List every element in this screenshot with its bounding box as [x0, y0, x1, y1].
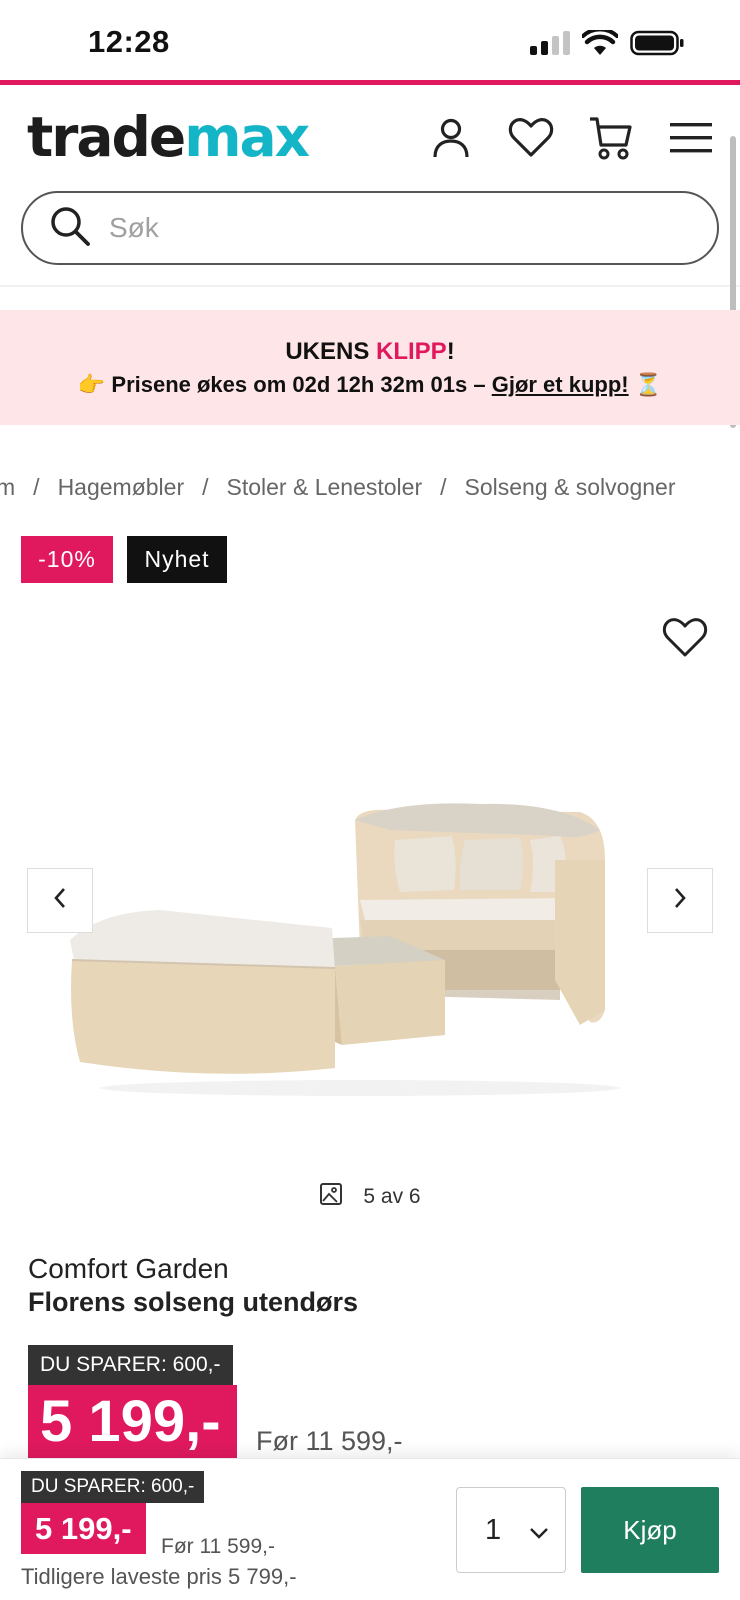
header-actions [428, 115, 714, 161]
wifi-icon [582, 30, 618, 56]
breadcrumb: m / Hagemøbler / Stoler & Lenestoler / Solseng… [0, 474, 675, 501]
battery-icon [630, 30, 684, 56]
logo-part-trade: trade [27, 105, 186, 169]
promo-countdown: 👉 Prisene økes om 02d 12h 32m 01s – Gjør… [0, 372, 740, 398]
sticky-price: 5 199,- [21, 1503, 146, 1554]
product-price: 5 199,- [28, 1385, 237, 1458]
lowest-price-note: Tidligere laveste pris 5 799,- [21, 1564, 297, 1589]
chevron-right-icon [672, 886, 688, 915]
savings-label: DU SPARER: 600,- [28, 1345, 233, 1385]
search-input[interactable] [109, 212, 669, 244]
previous-price: Før 11 599,- [256, 1426, 403, 1456]
breadcrumb-item-stoler[interactable]: Stoler & Lenestoler [227, 474, 423, 500]
sticky-buy-bar: DU SPARER: 600,- 5 199,- Før 11 599,- Ti… [0, 1458, 740, 1600]
breadcrumb-item-solseng[interactable]: Solseng & solvogner [465, 474, 676, 500]
chevron-left-icon [52, 886, 68, 915]
favorite-heart-icon[interactable] [662, 617, 708, 659]
search-bar[interactable] [21, 191, 719, 265]
logo-part-max: max [184, 105, 310, 169]
promo-title: UKENS KLIPP! [285, 338, 455, 365]
gallery-next-button[interactable] [647, 868, 713, 933]
quantity-value: 1 [485, 1513, 502, 1546]
product-image[interactable] [60, 800, 620, 1100]
new-badge: Nyhet [127, 536, 227, 583]
status-icons [530, 30, 684, 56]
image-icon [319, 1182, 343, 1212]
pointing-hand-icon: 👉 [77, 372, 106, 397]
sticky-savings-label: DU SPARER: 600,- [21, 1471, 205, 1503]
breadcrumb-item-hagemobler[interactable]: Hagemøbler [58, 474, 185, 500]
header-divider [0, 285, 740, 287]
status-bar: 12:28 [0, 0, 740, 82]
product-brand[interactable]: Comfort Garden [28, 1253, 229, 1285]
user-icon[interactable] [428, 115, 474, 161]
quantity-select[interactable]: 1 [456, 1487, 566, 1573]
sticky-previous-price: Før 11 599,- [161, 1535, 275, 1558]
promo-countdown-text: Prisene økes om 02d 12h 32m 01s – [111, 372, 492, 397]
product-title: Florens solseng utendørs [28, 1287, 359, 1317]
cart-icon[interactable] [588, 115, 634, 161]
heart-icon[interactable] [508, 115, 554, 161]
site-header: trademax [0, 85, 740, 185]
status-time: 12:28 [88, 24, 170, 59]
signal-icon [530, 31, 570, 55]
buy-button[interactable]: Kjøp [581, 1487, 719, 1573]
breadcrumb-item[interactable]: m [0, 474, 15, 500]
hourglass-icon: ⏳ [634, 372, 663, 397]
search-icon [49, 205, 91, 252]
gallery-prev-button[interactable] [27, 868, 93, 933]
gallery-counter-text: 5 av 6 [363, 1185, 421, 1208]
promo-link[interactable]: Gjør et kupp! [492, 372, 629, 397]
discount-badge: -10% [21, 536, 113, 583]
chevron-down-icon [529, 1514, 549, 1547]
menu-icon[interactable] [668, 115, 714, 161]
promo-banner: UKENS KLIPP! 👉 Prisene økes om 02d 12h 3… [0, 310, 740, 425]
trademax-logo[interactable]: trademax [27, 105, 310, 169]
gallery-counter: 5 av 6 [0, 1182, 740, 1212]
promo-title-highlight: KLIPP [376, 338, 447, 365]
